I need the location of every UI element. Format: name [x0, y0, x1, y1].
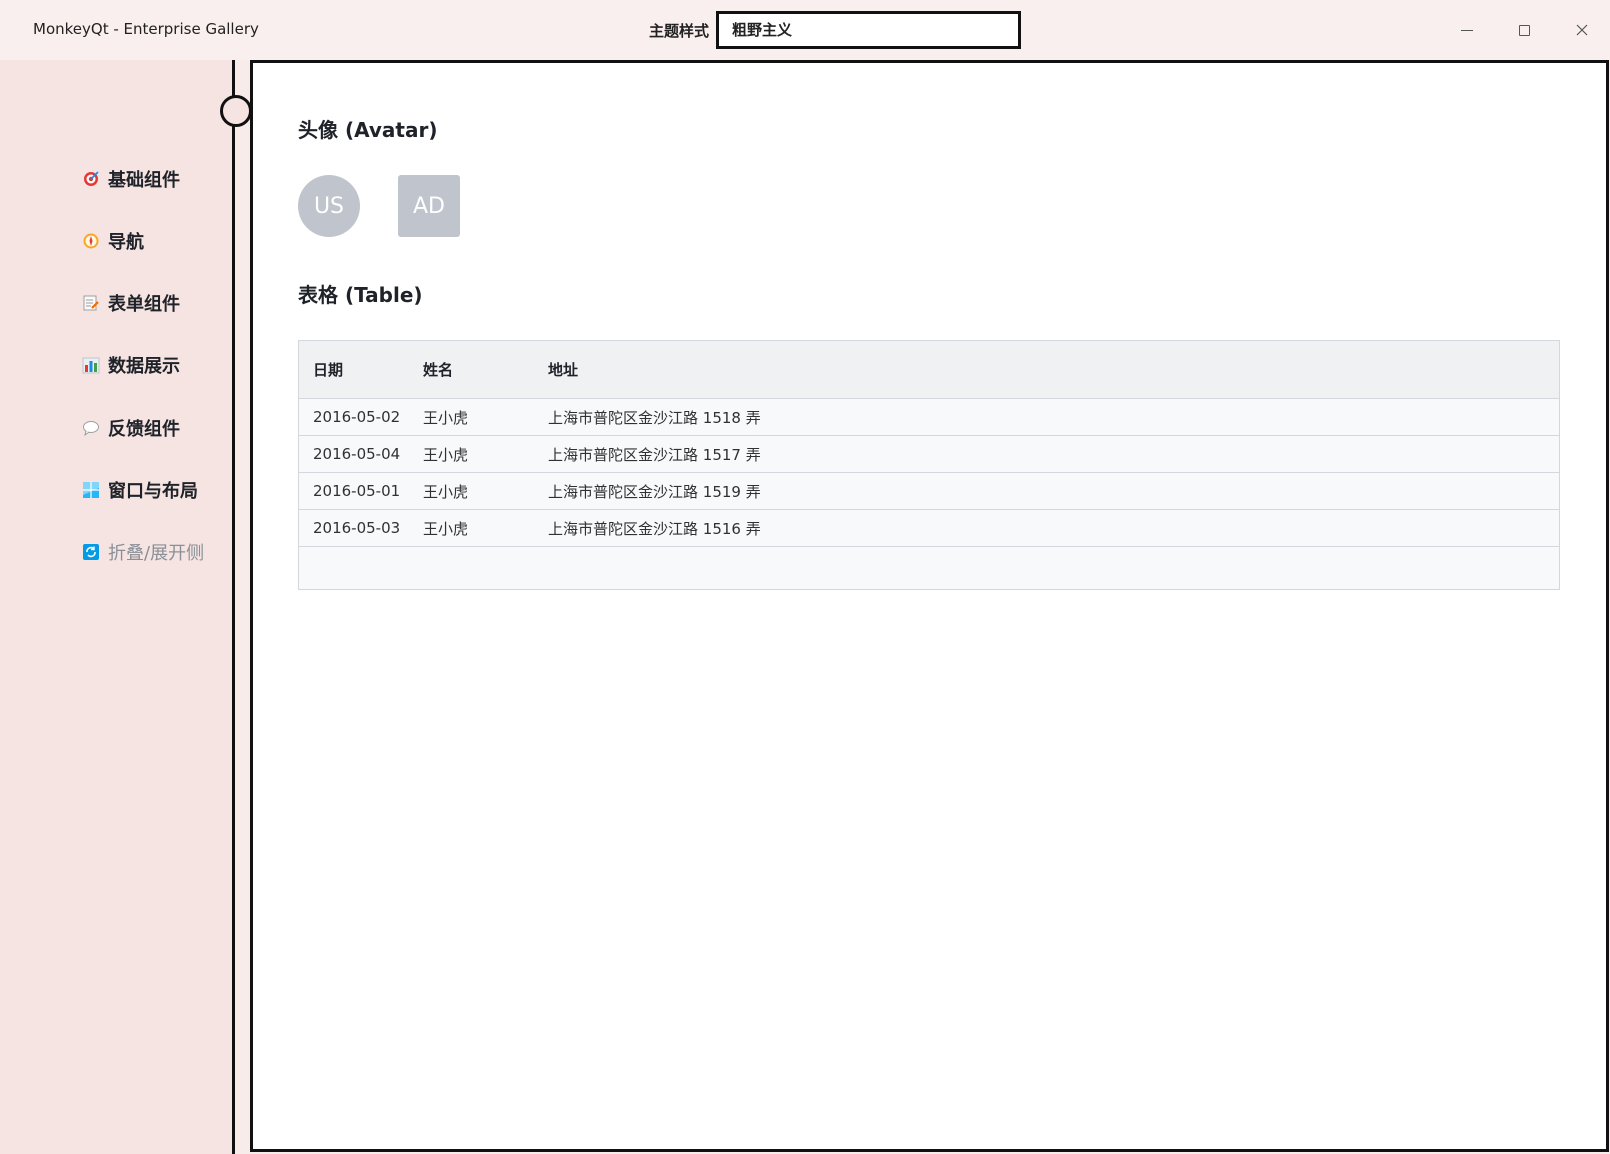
table-section-title: 表格 (Table) [298, 283, 423, 307]
column-header-address[interactable]: 地址 [548, 359, 1559, 380]
sidebar-item-label: 数据展示 [108, 356, 180, 377]
theme-label: 主题样式 [649, 22, 710, 40]
cell-name: 王小虎 [423, 519, 469, 538]
close-icon [1576, 24, 1588, 36]
cell-address: 上海市普陀区金沙江路 1517 弄 [548, 445, 761, 464]
cell-address: 上海市普陀区金沙江路 1519 弄 [548, 482, 761, 501]
sidebar [0, 60, 234, 1154]
target-icon [82, 170, 100, 188]
column-header-name[interactable]: 姓名 [423, 359, 548, 380]
sidebar-item-navigation[interactable]: 导航 [82, 226, 144, 256]
cell-name: 王小虎 [423, 445, 469, 464]
table-row[interactable]: 2016-05-03 王小虎 上海市普陀区金沙江路 1516 弄 [299, 510, 1559, 547]
data-table: 日期 姓名 地址 2016-05-02 王小虎 上海市普陀区金沙江路 1518 … [298, 340, 1560, 590]
sidebar-item-basic-components[interactable]: 基础组件 [82, 164, 180, 194]
cell-name: 王小虎 [423, 408, 469, 427]
sidebar-item-form-components[interactable]: 表单组件 [82, 288, 180, 318]
minimize-button[interactable] [1447, 12, 1487, 48]
sidebar-item-label: 反馈组件 [108, 419, 180, 440]
main-panel: 头像 (Avatar) US AD 表格 (Table) 日期 姓名 地址 20… [250, 60, 1609, 1152]
title-bar: MonkeyQt - Enterprise Gallery 主题样式 粗野主义 [0, 0, 1610, 60]
cell-address: 上海市普陀区金沙江路 1516 弄 [548, 519, 761, 538]
sidebar-item-label: 基础组件 [108, 170, 180, 191]
avatar-section-title: 头像 (Avatar) [298, 118, 438, 142]
sidebar-item-label: 窗口与布局 [108, 481, 198, 502]
table-row[interactable]: 2016-05-02 王小虎 上海市普陀区金沙江路 1518 弄 [299, 399, 1559, 436]
sidebar-item-window-layout[interactable]: 窗口与布局 [82, 475, 198, 505]
app-title: MonkeyQt - Enterprise Gallery [33, 20, 259, 38]
refresh-icon [82, 543, 100, 561]
sidebar-item-label: 折叠/展开侧 [108, 543, 205, 564]
window-icon [82, 481, 100, 499]
maximize-icon [1518, 24, 1530, 36]
sidebar-item-label: 导航 [108, 232, 144, 253]
cell-name: 王小虎 [423, 482, 469, 501]
table-header: 日期 姓名 地址 [299, 341, 1559, 399]
theme-select[interactable]: 粗野主义 [716, 11, 1021, 49]
sidebar-divider [232, 60, 235, 1154]
sidebar-toggle-handle[interactable] [220, 95, 252, 127]
avatar-square: AD [398, 175, 460, 237]
column-header-date[interactable]: 日期 [299, 359, 423, 380]
minimize-icon [1461, 29, 1473, 31]
table-row[interactable]: 2016-05-04 王小虎 上海市普陀区金沙江路 1517 弄 [299, 436, 1559, 473]
sidebar-collapse-toggle[interactable]: 折叠/展开侧 [82, 537, 208, 567]
cell-address: 上海市普陀区金沙江路 1518 弄 [548, 408, 761, 427]
sidebar-item-label: 表单组件 [108, 294, 180, 315]
sidebar-item-data-display[interactable]: 数据展示 [82, 350, 180, 380]
cell-date: 2016-05-02 [313, 408, 401, 426]
maximize-button[interactable] [1504, 12, 1544, 48]
cell-date: 2016-05-03 [313, 519, 401, 537]
compass-icon [82, 232, 100, 250]
sidebar-item-feedback-components[interactable]: 反馈组件 [82, 413, 180, 443]
close-button[interactable] [1562, 12, 1602, 48]
avatar-circle: US [298, 175, 360, 237]
memo-icon [82, 294, 100, 312]
table-row[interactable]: 2016-05-01 王小虎 上海市普陀区金沙江路 1519 弄 [299, 473, 1559, 510]
speech-bubble-icon [82, 419, 100, 437]
cell-date: 2016-05-01 [313, 482, 401, 500]
bar-chart-icon [82, 356, 100, 374]
cell-date: 2016-05-04 [313, 445, 401, 463]
